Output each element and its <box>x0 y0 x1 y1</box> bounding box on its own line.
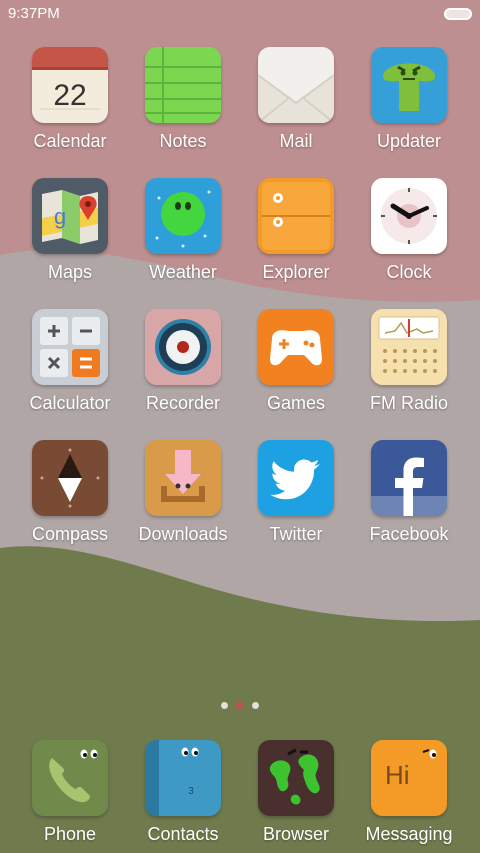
app-facebook[interactable]: Facebook <box>354 440 464 545</box>
app-label-calendar: Calendar <box>33 131 107 151</box>
app-label-contacts: Contacts <box>147 824 219 844</box>
app-label-fm-radio: FM Radio <box>369 393 449 413</box>
app-label-mail: Mail <box>279 131 313 151</box>
fm-radio-icon <box>371 309 447 385</box>
app-calculator[interactable]: Calculator <box>15 309 125 414</box>
page-dot-3[interactable] <box>252 702 259 709</box>
messaging-text: Hi <box>385 760 410 790</box>
app-explorer[interactable]: Explorer <box>241 178 351 283</box>
app-calendar[interactable]: 22 Calendar <box>15 47 125 152</box>
contacts-icon: 3 <box>145 740 221 816</box>
contacts-badge: 3 <box>188 786 194 797</box>
app-clock[interactable]: Clock <box>354 178 464 283</box>
compass-icon <box>32 440 108 516</box>
app-label-recorder: Recorder <box>145 393 221 413</box>
app-games[interactable]: Games <box>241 309 351 414</box>
calculator-icon <box>32 309 108 385</box>
notes-icon <box>145 47 221 123</box>
page-indicator <box>0 702 480 712</box>
app-label-facebook: Facebook <box>369 524 449 544</box>
app-updater[interactable]: Updater <box>354 47 464 152</box>
calendar-icon: 22 <box>32 47 108 123</box>
status-time: 9:37PM <box>8 5 60 22</box>
dock-messaging[interactable]: Hi Messaging <box>354 740 464 845</box>
app-label-weather: Weather <box>149 262 217 282</box>
dock-phone[interactable]: Phone <box>15 740 125 845</box>
app-compass[interactable]: Compass <box>15 440 125 545</box>
app-recorder[interactable]: Recorder <box>128 309 238 414</box>
app-label-phone: Phone <box>43 824 97 844</box>
app-label-clock: Clock <box>386 262 432 282</box>
svg-text:g: g <box>54 204 66 229</box>
maps-icon: g <box>32 178 108 254</box>
app-fm-radio[interactable]: FM Radio <box>354 309 464 414</box>
battery-icon <box>444 8 472 20</box>
page-dot-2-active[interactable] <box>236 702 243 709</box>
weather-icon <box>145 178 221 254</box>
dock-browser[interactable]: Browser <box>241 740 351 845</box>
updater-icon <box>371 47 447 123</box>
explorer-icon <box>258 178 334 254</box>
clock-icon <box>371 178 447 254</box>
twitter-icon <box>258 440 334 516</box>
games-icon <box>258 309 334 385</box>
app-maps[interactable]: g Maps <box>15 178 125 283</box>
messaging-icon: Hi <box>371 740 447 816</box>
app-downloads[interactable]: Downloads <box>128 440 238 545</box>
app-label-compass: Compass <box>31 524 109 544</box>
phone-icon <box>32 740 108 816</box>
downloads-icon <box>145 440 221 516</box>
app-label-messaging: Messaging <box>365 824 453 844</box>
facebook-icon <box>371 440 447 516</box>
recorder-icon <box>145 309 221 385</box>
app-label-games: Games <box>266 393 326 413</box>
app-mail[interactable]: Mail <box>241 47 351 152</box>
calendar-date: 22 <box>53 79 86 112</box>
app-notes[interactable]: Notes <box>128 47 238 152</box>
browser-icon <box>258 740 334 816</box>
app-label-explorer: Explorer <box>262 262 330 282</box>
app-label-notes: Notes <box>159 131 207 151</box>
app-weather[interactable]: Weather <box>128 178 238 283</box>
page-dot-1[interactable] <box>221 702 228 709</box>
app-label-downloads: Downloads <box>138 524 228 544</box>
dock-contacts[interactable]: 3 Contacts <box>128 740 238 845</box>
status-bar: 9:37PM <box>0 0 480 28</box>
app-label-calculator: Calculator <box>29 393 111 413</box>
app-twitter[interactable]: Twitter <box>241 440 351 545</box>
app-label-browser: Browser <box>262 824 329 844</box>
app-label-twitter: Twitter <box>269 524 323 544</box>
app-label-updater: Updater <box>376 131 442 151</box>
app-label-maps: Maps <box>47 262 92 282</box>
mail-icon <box>258 47 334 123</box>
